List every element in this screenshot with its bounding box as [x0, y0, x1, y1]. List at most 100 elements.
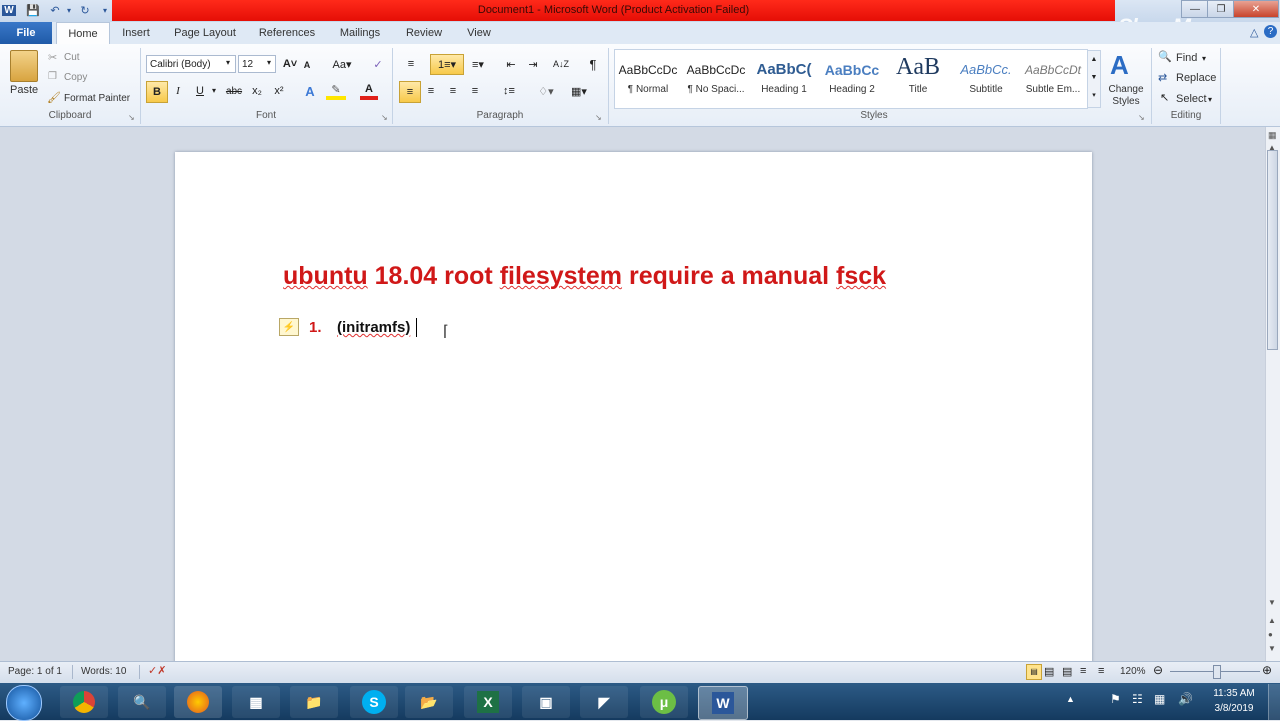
styles-scroll-icon[interactable]: ▲ ▼ ▾	[1087, 50, 1101, 108]
font-launcher-icon[interactable]: ↘	[381, 113, 388, 122]
change-styles-icon[interactable]: A	[1110, 50, 1129, 81]
zoom-out-icon[interactable]: ⊖	[1153, 663, 1163, 677]
tab-home[interactable]: Home	[56, 22, 110, 46]
style-subtitle[interactable]: AaBbCc. Subtitle	[953, 52, 1019, 104]
volume-icon[interactable]: 🔊	[1178, 692, 1193, 706]
subscript-button[interactable]: x₂	[248, 83, 266, 99]
restore-button[interactable]: ❐	[1207, 0, 1235, 18]
find-button[interactable]: Find	[1176, 52, 1197, 64]
clipboard-launcher-icon[interactable]: ↘	[128, 113, 135, 122]
zoom-level[interactable]: 120%	[1120, 666, 1146, 677]
firefox-taskbar-icon[interactable]	[174, 686, 222, 718]
change-case-icon[interactable]: Aa▾	[330, 55, 354, 73]
justify-button[interactable]: ≡	[466, 82, 484, 100]
tab-view[interactable]: View	[460, 22, 498, 44]
zoom-in-icon[interactable]: ⊕	[1262, 663, 1272, 677]
select-button[interactable]: Select	[1176, 93, 1207, 105]
document-heading[interactable]: ubuntu 18.04 root filesystem require a m…	[283, 262, 886, 291]
show-formatting-marks-icon[interactable]: ¶	[584, 55, 602, 73]
tab-mailings[interactable]: Mailings	[332, 22, 388, 44]
align-center-button[interactable]: ≡	[422, 82, 440, 100]
style-no-spacing[interactable]: AaBbCcDc ¶ No Spaci...	[683, 52, 749, 104]
list-item-text[interactable]: (initramfs)	[337, 319, 410, 336]
align-right-button[interactable]: ≡	[444, 82, 462, 100]
ruler-toggle-icon[interactable]: ▦	[1268, 130, 1277, 141]
clock-date[interactable]: 3/8/2019	[1206, 703, 1262, 714]
minimize-button[interactable]: —	[1181, 0, 1209, 18]
show-desktop-button[interactable]	[1268, 684, 1280, 720]
multilevel-list-icon[interactable]: ≡▾	[466, 55, 490, 73]
sort-icon[interactable]: A↓Z	[552, 55, 570, 73]
word-taskbar-icon[interactable]: W	[698, 686, 748, 720]
shrink-font-icon[interactable]: A	[300, 57, 314, 73]
save-icon[interactable]: 💾	[26, 3, 40, 17]
font-name-combo[interactable]: Calibri (Body)	[146, 55, 236, 73]
style-heading-1[interactable]: AaBbC( Heading 1	[751, 52, 817, 104]
font-color-icon[interactable]: A	[360, 82, 378, 100]
paste-icon[interactable]	[10, 50, 38, 82]
paragraph-launcher-icon[interactable]: ↘	[595, 113, 602, 122]
excel-taskbar-icon[interactable]: X	[464, 686, 512, 718]
tab-page-layout[interactable]: Page Layout	[170, 22, 240, 44]
document-page[interactable]	[175, 152, 1092, 672]
format-painter-button[interactable]: Format Painter	[64, 93, 130, 104]
replace-button[interactable]: Replace	[1176, 72, 1216, 84]
draft-view-icon[interactable]: ≡	[1098, 665, 1104, 677]
tray-icon[interactable]: ☷	[1132, 692, 1143, 706]
find-dropdown-icon[interactable]: ▾	[1202, 54, 1206, 63]
style-normal[interactable]: AaBbCcDc ¶ Normal	[615, 52, 681, 104]
word-app-icon[interactable]: W	[2, 3, 16, 17]
autocorrect-options-icon[interactable]: ⚡	[279, 318, 299, 336]
close-button[interactable]: ✕	[1233, 0, 1279, 18]
change-styles-button[interactable]: Change Styles	[1106, 84, 1146, 108]
app-taskbar-icon[interactable]: ▦	[232, 686, 280, 718]
font-size-dropdown-icon[interactable]: ▾	[267, 58, 271, 67]
zoom-slider-thumb[interactable]	[1213, 665, 1221, 679]
scroll-down-icon[interactable]: ▼	[1268, 598, 1276, 607]
redo-icon[interactable]: ↻	[78, 3, 92, 17]
skype-taskbar-icon[interactable]: S	[350, 686, 398, 718]
minimize-ribbon-icon[interactable]: △	[1250, 26, 1258, 39]
tab-review[interactable]: Review	[402, 22, 446, 44]
borders-icon[interactable]: ▦▾	[566, 82, 592, 100]
select-dropdown-icon[interactable]: ▾	[1208, 95, 1212, 104]
shading-icon[interactable]: ♢▾	[534, 82, 558, 100]
word-count[interactable]: Words: 10	[81, 666, 126, 677]
network-icon[interactable]: ▦	[1154, 692, 1165, 706]
outline-view-icon[interactable]: ≡	[1080, 665, 1086, 677]
utorrent-taskbar-icon[interactable]: μ	[640, 686, 688, 718]
styles-launcher-icon[interactable]: ↘	[1138, 113, 1145, 122]
font-name-dropdown-icon[interactable]: ▾	[226, 58, 230, 67]
customize-qat-icon[interactable]: ▾	[98, 3, 112, 17]
cut-button[interactable]: Cut	[64, 52, 80, 63]
style-title[interactable]: AaB Title	[885, 52, 951, 104]
full-screen-reading-icon[interactable]: ▤	[1044, 665, 1054, 678]
bullets-icon[interactable]: ≡	[400, 55, 422, 73]
explorer-taskbar-icon[interactable]: 📂	[405, 686, 453, 718]
app-taskbar-icon[interactable]: ◤	[580, 686, 628, 718]
scroll-thumb[interactable]	[1267, 150, 1278, 350]
decrease-indent-icon[interactable]: ⇤	[502, 55, 520, 73]
page-count[interactable]: Page: 1 of 1	[8, 666, 62, 677]
numbering-icon[interactable]: 1≡▾	[430, 54, 464, 75]
browse-object-icon[interactable]: ●	[1268, 630, 1273, 639]
clear-formatting-icon[interactable]: ✓	[368, 55, 388, 73]
underline-dropdown-icon[interactable]: ▾	[212, 86, 216, 95]
print-layout-icon[interactable]: ▤	[1026, 664, 1042, 680]
help-icon[interactable]: ?	[1264, 25, 1277, 38]
grow-font-icon[interactable]: A˅	[281, 55, 299, 73]
style-heading-2[interactable]: AaBbCc Heading 2	[819, 52, 885, 104]
copy-button[interactable]: Copy	[64, 72, 87, 83]
tab-file[interactable]: File	[0, 22, 52, 44]
app-taskbar-icon[interactable]: ▣	[522, 686, 570, 718]
line-spacing-icon[interactable]: ↕≡	[496, 82, 522, 100]
folder-taskbar-icon[interactable]: 📁	[290, 686, 338, 718]
style-subtle-emphasis[interactable]: AaBbCcDt Subtle Em...	[1020, 52, 1086, 104]
tray-icon[interactable]: ⚑	[1110, 692, 1121, 706]
chrome-taskbar-icon[interactable]	[60, 686, 108, 718]
underline-button[interactable]: U	[192, 83, 208, 99]
bold-button[interactable]: B	[146, 81, 168, 103]
web-layout-icon[interactable]: ▤	[1062, 665, 1072, 678]
tab-insert[interactable]: Insert	[116, 22, 156, 44]
strikethrough-button[interactable]: abc	[224, 83, 244, 99]
